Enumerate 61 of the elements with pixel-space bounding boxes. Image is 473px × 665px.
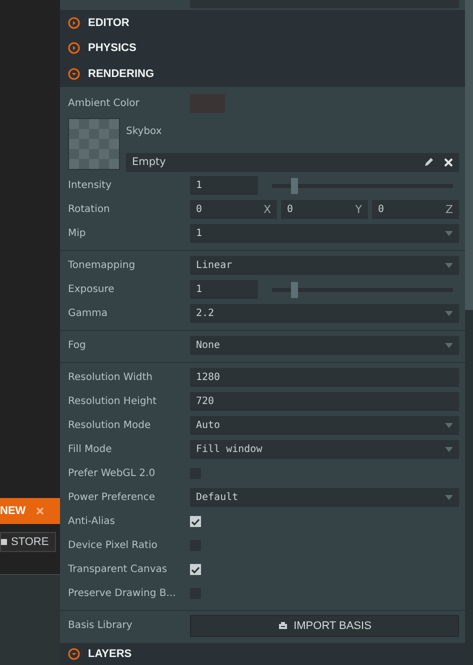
- box-icon: [278, 621, 288, 630]
- caret-icon: [445, 231, 453, 236]
- dropdown[interactable]: Linear: [190, 256, 459, 275]
- field-label: Device Pixel Ratio: [68, 540, 158, 551]
- section-header[interactable]: EDITOR: [60, 10, 465, 36]
- field-label: Resolution Height: [68, 396, 158, 407]
- caret-icon: [445, 263, 453, 268]
- caret-icon: [445, 311, 453, 316]
- close-icon[interactable]: [444, 158, 453, 166]
- field-label: Prefer WebGL 2.0: [68, 468, 156, 479]
- dropdown[interactable]: Default: [190, 488, 459, 507]
- caret-icon: [445, 343, 453, 348]
- section-header[interactable]: RENDERING: [60, 61, 465, 86]
- vector-field[interactable]: 0 Y: [281, 200, 368, 219]
- field-label: Rotation: [68, 204, 111, 215]
- field-label: Fog: [68, 340, 87, 351]
- slider-handle[interactable]: [291, 282, 298, 298]
- chevron-icon: [68, 16, 80, 29]
- chevron-icon: [68, 68, 80, 80]
- input-field[interactable]: 1280: [190, 368, 459, 387]
- store-button[interactable]: STORE: [0, 532, 56, 552]
- dropdown[interactable]: 1: [190, 224, 459, 243]
- section-header[interactable]: PHYSICS: [60, 36, 465, 61]
- import-button[interactable]: IMPORT BASIS: [190, 614, 459, 636]
- dropdown[interactable]: None: [190, 336, 459, 355]
- asset-field[interactable]: Empty: [126, 152, 459, 172]
- chevron-icon: [68, 42, 80, 54]
- dropdown[interactable]: 2.2: [190, 304, 459, 323]
- caret-icon: [445, 495, 453, 500]
- field-label: Exposure: [68, 284, 116, 295]
- field-label: Resolution Width: [68, 372, 154, 383]
- slider-handle[interactable]: [291, 178, 298, 194]
- section-header[interactable]: LAYERS: [60, 643, 465, 665]
- field-label: Intensity: [68, 180, 113, 191]
- dropdown[interactable]: Fill window: [190, 440, 459, 459]
- field-label: Preserve Drawing B...: [68, 588, 177, 599]
- checkbox[interactable]: [190, 516, 201, 527]
- scrollbar[interactable]: [465, 0, 473, 665]
- number-field[interactable]: 1: [190, 280, 258, 299]
- field-label: Ambient Color: [68, 98, 140, 109]
- checkbox[interactable]: [190, 564, 201, 575]
- field-label: Gamma: [68, 308, 108, 319]
- field-label: Anti-Alias: [68, 516, 116, 527]
- field-label: Fill Mode: [68, 444, 113, 455]
- vector-field[interactable]: 0 Z: [372, 200, 459, 219]
- field-label: Tonemapping: [68, 260, 136, 271]
- field-label: Transparent Canvas: [68, 564, 168, 575]
- field-label: Skybox: [126, 126, 163, 136]
- input-field[interactable]: 720: [190, 392, 459, 411]
- chevron-icon: [68, 648, 80, 660]
- caret-icon: [445, 447, 453, 452]
- field-label: Resolution Mode: [68, 420, 152, 431]
- caret-icon: [445, 423, 453, 428]
- vector-field[interactable]: 0 X: [190, 200, 277, 219]
- field-label: Mip: [68, 228, 87, 239]
- pencil-icon[interactable]: [424, 157, 434, 167]
- checker-thumbnail[interactable]: [68, 118, 120, 170]
- field-label: Basis Library: [68, 620, 134, 631]
- dropdown[interactable]: Auto: [190, 416, 459, 435]
- field-label: Power Preference: [68, 492, 156, 503]
- number-field[interactable]: 1: [190, 176, 258, 195]
